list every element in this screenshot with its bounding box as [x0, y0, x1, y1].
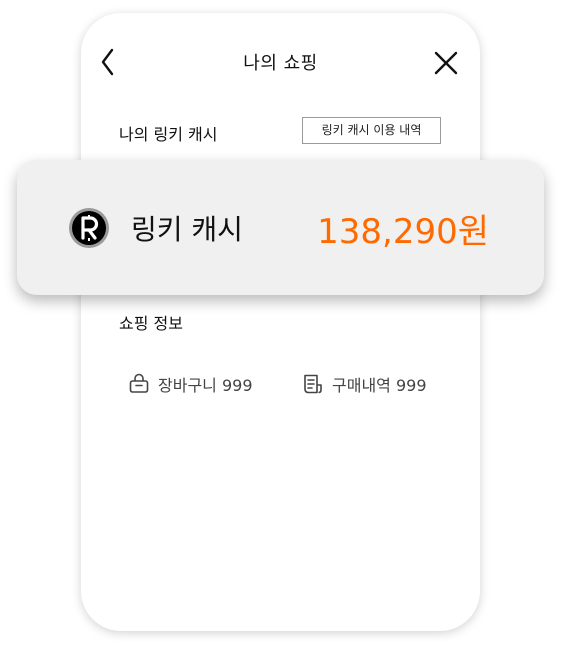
- cash-history-button[interactable]: 링키 캐시 이용 내역: [302, 117, 441, 144]
- order-history-link[interactable]: 구매내역 999: [302, 369, 427, 399]
- cash-name: 링키 캐시: [131, 213, 243, 246]
- shopping-basket-icon: [129, 373, 149, 393]
- r-coin-icon: [69, 208, 109, 248]
- page-title: 나의 쇼핑: [243, 53, 318, 74]
- cart-link[interactable]: 장바구니 999: [128, 369, 253, 399]
- receipt-icon: [304, 374, 322, 394]
- close-icon: [434, 51, 458, 75]
- phone-panel: 나의 쇼핑 나의 링키 캐시 링키 캐시 이용 내역 쇼핑 정보 장바구니 99…: [81, 13, 480, 631]
- screen: 나의 쇼핑 나의 링키 캐시 링키 캐시 이용 내역 쇼핑 정보 장바구니 99…: [0, 0, 562, 653]
- close-button[interactable]: [433, 50, 459, 76]
- cash-amount: 138,290원: [317, 212, 489, 252]
- top-navigation-bar: 나의 쇼핑: [81, 13, 480, 113]
- shopping-section-label: 쇼핑 정보: [119, 314, 183, 333]
- cash-section-label: 나의 링키 캐시: [119, 125, 218, 144]
- order-history-label: 구매내역 999: [332, 376, 427, 395]
- cash-balance-card[interactable]: 링키 캐시 138,290원: [17, 160, 544, 295]
- cart-label: 장바구니 999: [158, 376, 253, 395]
